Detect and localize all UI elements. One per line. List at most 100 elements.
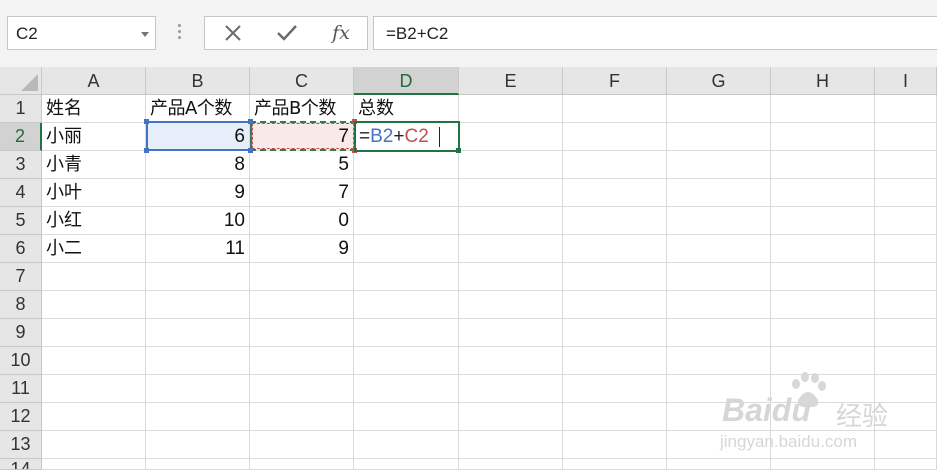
cell-a3[interactable]: 小青 [42,151,146,179]
cell-f10[interactable] [563,347,667,375]
cell-g5[interactable] [667,207,771,235]
cell-d8[interactable] [354,291,459,319]
cell-g8[interactable] [667,291,771,319]
cell-e1[interactable] [459,95,563,123]
cell-c4[interactable]: 7 [250,179,354,207]
cell-f11[interactable] [563,375,667,403]
cell-a10[interactable] [42,347,146,375]
cell-d3[interactable] [354,151,459,179]
cell-a11[interactable] [42,375,146,403]
cell-b14[interactable] [146,459,250,470]
cell-e8[interactable] [459,291,563,319]
in-cell-formula[interactable]: =B2+C2 [359,126,429,148]
cell-d6[interactable] [354,235,459,263]
cell-e7[interactable] [459,263,563,291]
cell-d13[interactable] [354,431,459,459]
cell-i9[interactable] [875,319,937,347]
cell-d14[interactable] [354,459,459,470]
cell-b13[interactable] [146,431,250,459]
cell-a1[interactable]: 姓名 [42,95,146,123]
cell-e2[interactable] [459,123,563,151]
cell-a14[interactable] [42,459,146,470]
cell-c8[interactable] [250,291,354,319]
cell-h1[interactable] [771,95,875,123]
row-header-14[interactable]: 14 [0,459,42,470]
cell-g1[interactable] [667,95,771,123]
cell-b7[interactable] [146,263,250,291]
cell-d10[interactable] [354,347,459,375]
column-header-h[interactable]: H [771,67,875,95]
cell-h6[interactable] [771,235,875,263]
cell-h9[interactable] [771,319,875,347]
cell-e11[interactable] [459,375,563,403]
cell-f2[interactable] [563,123,667,151]
cell-b10[interactable] [146,347,250,375]
column-header-e[interactable]: E [459,67,563,95]
cell-f13[interactable] [563,431,667,459]
cell-b5[interactable]: 10 [146,207,250,235]
cell-h3[interactable] [771,151,875,179]
cell-c10[interactable] [250,347,354,375]
cell-e6[interactable] [459,235,563,263]
enter-button[interactable] [267,17,307,49]
row-header-8[interactable]: 8 [0,291,42,319]
cell-d11[interactable] [354,375,459,403]
cell-c6[interactable]: 9 [250,235,354,263]
cell-h8[interactable] [771,291,875,319]
insert-function-button[interactable]: fx [321,17,361,49]
row-header-12[interactable]: 12 [0,403,42,431]
cell-c2[interactable]: 7 [250,123,354,151]
row-header-6[interactable]: 6 [0,235,42,263]
row-header-1[interactable]: 1 [0,95,42,123]
cell-b12[interactable] [146,403,250,431]
formula-bar-grip-icon[interactable] [178,24,181,42]
cell-f3[interactable] [563,151,667,179]
cell-h7[interactable] [771,263,875,291]
cell-b11[interactable] [146,375,250,403]
cell-i1[interactable] [875,95,937,123]
cell-h4[interactable] [771,179,875,207]
column-header-i[interactable]: I [875,67,937,95]
cell-a4[interactable]: 小叶 [42,179,146,207]
row-header-3[interactable]: 3 [0,151,42,179]
column-header-f[interactable]: F [563,67,667,95]
name-box-dropdown-icon[interactable] [141,32,149,37]
cell-d12[interactable] [354,403,459,431]
cell-g6[interactable] [667,235,771,263]
cell-i14[interactable] [875,459,937,470]
formula-input[interactable]: =B2+C2 [373,16,937,50]
cell-i2[interactable] [875,123,937,151]
cell-c7[interactable] [250,263,354,291]
cell-a5[interactable]: 小红 [42,207,146,235]
column-header-d[interactable]: D [354,67,459,95]
cell-a8[interactable] [42,291,146,319]
select-all-button[interactable] [0,67,42,95]
cell-b4[interactable]: 9 [146,179,250,207]
cell-i6[interactable] [875,235,937,263]
row-header-7[interactable]: 7 [0,263,42,291]
cell-b6[interactable]: 11 [146,235,250,263]
cell-e3[interactable] [459,151,563,179]
cell-f8[interactable] [563,291,667,319]
cell-d1[interactable]: 总数 [354,95,459,123]
cell-f6[interactable] [563,235,667,263]
cell-d7[interactable] [354,263,459,291]
cell-b2[interactable]: 6 [146,123,250,151]
cell-c11[interactable] [250,375,354,403]
column-header-b[interactable]: B [146,67,250,95]
cell-f5[interactable] [563,207,667,235]
cell-a7[interactable] [42,263,146,291]
cell-c1[interactable]: 产品B个数 [250,95,354,123]
cell-f12[interactable] [563,403,667,431]
cell-d4[interactable] [354,179,459,207]
cell-b3[interactable]: 8 [146,151,250,179]
row-header-4[interactable]: 4 [0,179,42,207]
cell-f1[interactable] [563,95,667,123]
cell-c12[interactable] [250,403,354,431]
cell-c3[interactable]: 5 [250,151,354,179]
cell-b9[interactable] [146,319,250,347]
cell-a9[interactable] [42,319,146,347]
cell-g2[interactable] [667,123,771,151]
cell-i7[interactable] [875,263,937,291]
cell-b1[interactable]: 产品A个数 [146,95,250,123]
